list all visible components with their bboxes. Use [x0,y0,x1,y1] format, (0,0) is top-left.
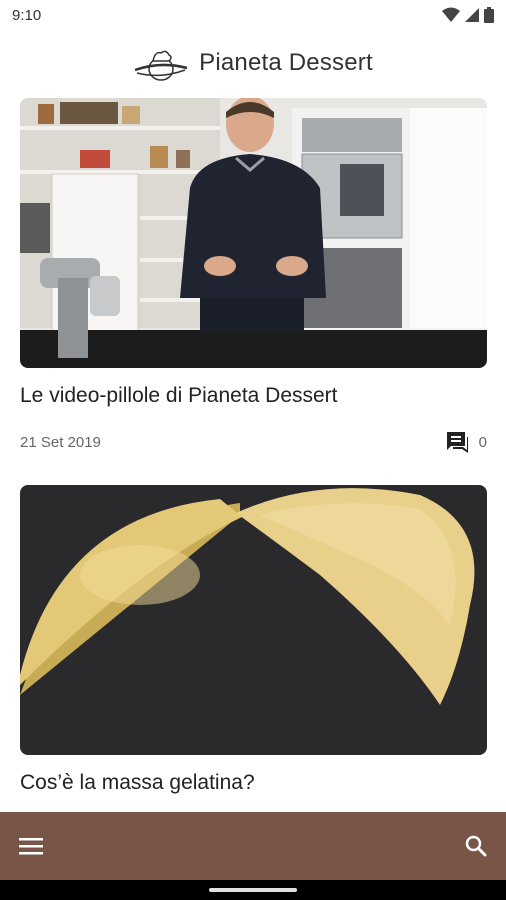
article-thumbnail[interactable] [20,98,487,368]
article-thumbnail[interactable] [20,485,487,755]
article-title[interactable]: Cos’è la massa gelatina? [20,771,487,795]
article-meta: 21 Set 2019 0 [20,430,487,454]
search-icon[interactable] [464,834,488,858]
status-bar: 9:10 [0,0,506,32]
bottom-app-bar [0,812,506,880]
app-header: Pianeta Dessert [0,32,506,94]
gelatin-mass-photo [20,485,487,755]
chef-in-kitchen-photo [20,98,487,368]
app-title: Pianeta Dessert [199,49,373,76]
status-time: 9:10 [12,7,42,24]
signal-icon [465,8,479,22]
home-gesture-handle[interactable] [209,888,297,892]
battery-icon [484,7,494,23]
planet-chef-hat-logo [134,50,188,81]
article-card[interactable]: Cos’è la massa gelatina? [20,485,487,795]
article-title[interactable]: Le video-pillole di Pianeta Dessert [20,384,487,408]
menu-icon[interactable] [18,836,44,856]
comment-count: 0 [478,433,487,451]
comments-icon[interactable] [443,430,469,454]
comments-link[interactable]: 0 [443,430,487,454]
article-date: 21 Set 2019 [20,433,101,451]
article-card[interactable]: Le video-pillole di Pianeta Dessert 21 S… [20,98,487,454]
status-icons [442,7,494,23]
wifi-icon [442,7,460,22]
system-navigation-bar [0,880,506,900]
